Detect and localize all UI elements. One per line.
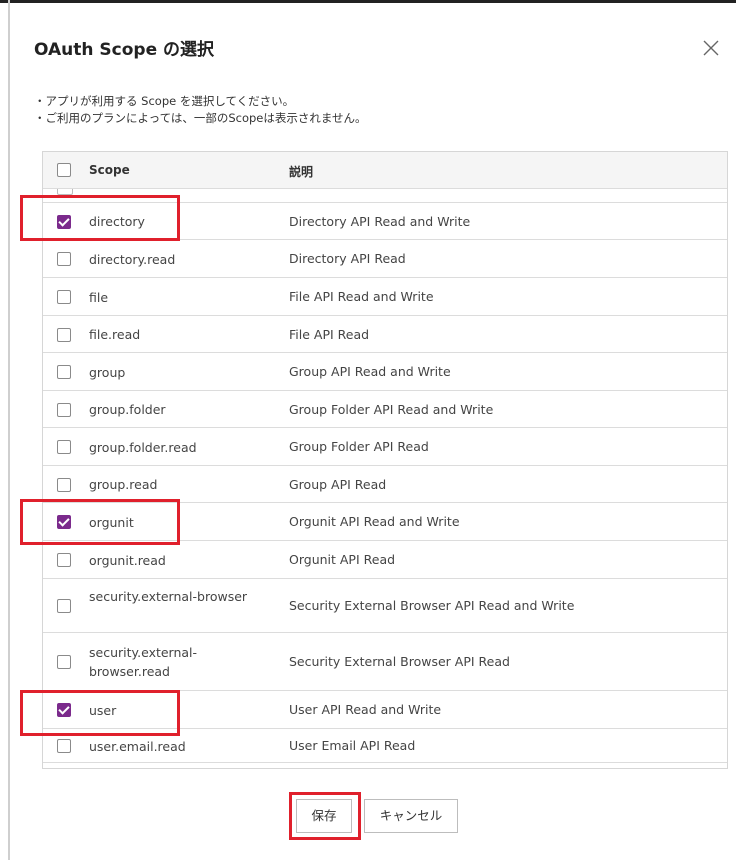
highlight-box [20, 499, 180, 545]
close-icon[interactable] [700, 37, 722, 59]
column-header-description: 説明 [289, 165, 314, 179]
table-row: orgunit.read Orgunit API Read [43, 541, 727, 579]
highlight-box [20, 690, 180, 736]
scope-checkbox[interactable] [57, 440, 71, 454]
scope-checkbox[interactable] [57, 478, 71, 492]
scope-checkbox[interactable] [57, 328, 71, 342]
oauth-scope-dialog: OAuth Scope の選択 ・アプリが利用する Scope を選択してくださ… [10, 3, 736, 860]
scope-name: orgunit.read [89, 553, 166, 568]
scope-checkbox[interactable] [57, 403, 71, 417]
scope-description: Orgunit API Read [289, 552, 396, 567]
table-row: group.read Group API Read [43, 466, 727, 503]
scope-checkbox[interactable] [57, 252, 71, 266]
scope-checkbox[interactable] [57, 655, 71, 669]
highlight-box [20, 195, 180, 241]
scope-name: user.email.read [89, 739, 186, 754]
scope-description: User API Read and Write [289, 702, 442, 717]
table-row: group Group API Read and Write [43, 353, 727, 391]
scope-description: Group API Read and Write [289, 364, 451, 379]
scope-name: file.read [89, 327, 141, 342]
scope-table: Scope 説明 directory Directory API Read and… [42, 151, 728, 769]
table-row: group.folder.read Group Folder API Read [43, 428, 727, 466]
table-row: file.read File API Read [43, 316, 727, 353]
scope-description: File API Read [289, 327, 370, 342]
scope-description: Security External Browser API Read and W… [289, 598, 575, 613]
scope-description: Directory API Read [289, 251, 406, 266]
scope-description: Directory API Read and Write [289, 214, 471, 229]
scope-checkbox[interactable] [57, 365, 71, 379]
scope-checkbox[interactable] [57, 739, 71, 753]
select-all-checkbox[interactable] [57, 163, 71, 177]
scope-description: File API Read and Write [289, 289, 434, 304]
scope-description: Group Folder API Read and Write [289, 402, 494, 417]
scope-name: directory.read [89, 252, 176, 267]
instructions: ・アプリが利用する Scope を選択してください。 ・ご利用のプランによっては… [34, 93, 367, 127]
column-header-scope: Scope [89, 163, 130, 177]
scope-description: Group API Read [289, 477, 387, 492]
table-row: directory.read Directory API Read [43, 240, 727, 278]
table-body: directory Directory API Read and Write dir… [43, 203, 727, 763]
scope-name: group.read [89, 477, 158, 492]
scope-checkbox[interactable] [57, 290, 71, 304]
scope-name: security.external-browser [89, 589, 248, 604]
dialog-title: OAuth Scope の選択 [34, 40, 215, 60]
table-row: security.external-browser Security Extern… [43, 579, 727, 633]
scope-name: group.folder [89, 402, 166, 417]
scope-description: Orgunit API Read and Write [289, 514, 460, 529]
scope-name: group [89, 365, 126, 380]
table-header: Scope 説明 [43, 152, 727, 189]
table-row: file File API Read and Write [43, 278, 727, 316]
instruction-line: ・ご利用のプランによっては、一部のScopeは表示されません。 [34, 111, 367, 125]
scope-description: Group Folder API Read [289, 439, 429, 454]
cancel-button[interactable]: キャンセル [364, 799, 458, 833]
instruction-line: ・アプリが利用する Scope を選択してください。 [34, 94, 295, 108]
scope-name: file [89, 290, 109, 305]
scope-name: security.external-browser.read [89, 645, 198, 679]
highlight-box [289, 792, 361, 840]
scope-checkbox[interactable] [57, 553, 71, 567]
table-row: group.folder Group Folder API Read and Wr… [43, 391, 727, 428]
scope-description: Security External Browser API Read [289, 654, 510, 669]
scope-name: group.folder.read [89, 440, 197, 455]
scope-checkbox[interactable] [57, 599, 71, 613]
scope-description: User Email API Read [289, 738, 416, 753]
table-row: security.external-browser.read Security E… [43, 633, 727, 691]
